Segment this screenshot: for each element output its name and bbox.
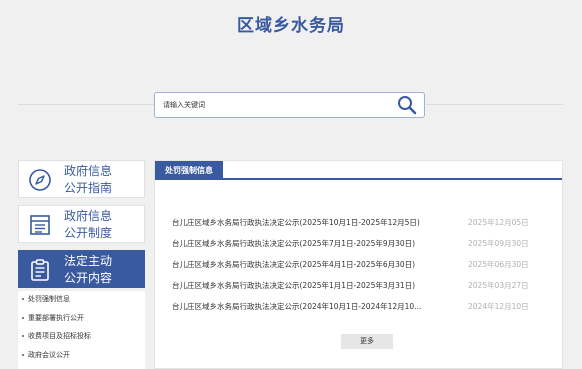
sub-menu-item[interactable]: 处罚强制信息 [22, 294, 70, 304]
search-divider-left [18, 104, 154, 105]
nav-card-label: 政府信息 公开制度 [64, 209, 113, 240]
list-item: 台儿庄区域乡水务局行政执法决定公示(2025年10月1日-2025年12月5日)… [172, 216, 547, 230]
nav-card-label: 政府信息 公开指南 [64, 164, 113, 195]
sub-menu-item[interactable]: 收费项目及招标投标 [22, 331, 91, 341]
list-item: 台儿庄区域乡水务局行政执法决定公示(2025年1月1日-2025年3月31日) … [172, 279, 547, 293]
list-item-title[interactable]: 台儿庄区域乡水务局行政执法决定公示(2025年4月1日-2025年6月30日) [172, 258, 415, 272]
list-item: 台儿庄区域乡水务局行政执法决定公示(2024年10月1日-2024年12月10.… [172, 300, 547, 314]
list-item-date: 2025年06月30日 [468, 260, 529, 269]
more-button[interactable]: 更多 [341, 334, 393, 349]
search-divider-right [426, 104, 563, 105]
sub-menu-item[interactable]: 重要部署执行公开 [22, 313, 84, 323]
list-item-date: 2025年09月30日 [468, 239, 529, 248]
list-item-date: 2025年12月05日 [468, 218, 529, 227]
bullet-icon [22, 354, 24, 356]
list-item-date: 2024年12月10日 [468, 302, 529, 311]
tab-penalty-info[interactable]: 处罚强制信息 [155, 161, 223, 180]
list-item-date: 2025年03月27日 [468, 281, 529, 290]
list-item-title[interactable]: 台儿庄区域乡水务局行政执法决定公示(2025年10月1日-2025年12月5日) [172, 216, 420, 230]
nav-card-active-content[interactable]: 法定主动 公开内容 [18, 250, 145, 288]
list-item-title[interactable]: 台儿庄区域乡水务局行政执法决定公示(2025年1月1日-2025年3月31日) [172, 279, 415, 293]
sub-menu-item[interactable]: 政府会议公开 [22, 350, 70, 360]
list-item: 台儿庄区域乡水务局行政执法决定公示(2025年4月1日-2025年6月30日) … [172, 258, 547, 272]
sub-menu: 处罚强制信息 重要部署执行公开 收费项目及招标投标 政府会议公开 [18, 291, 145, 369]
site-title: 区域乡水务局 [237, 16, 345, 36]
search-input[interactable] [163, 97, 383, 113]
clipboard-icon [31, 259, 49, 281]
nav-card-system[interactable]: 政府信息 公开制度 [18, 205, 145, 243]
search-box [154, 92, 425, 118]
bullet-icon [22, 335, 24, 337]
list-item-title[interactable]: 台儿庄区域乡水务局行政执法决定公示(2025年7月1日-2025年9月30日) [172, 237, 415, 251]
bullet-icon [22, 317, 24, 319]
panel-header: 处罚强制信息 [155, 161, 562, 180]
nav-card-guide[interactable]: 政府信息 公开指南 [18, 160, 145, 198]
list-item: 台儿庄区域乡水务局行政执法决定公示(2025年7月1日-2025年9月30日) … [172, 237, 547, 251]
document-list-icon [30, 215, 50, 235]
compass-icon [29, 169, 51, 191]
content-panel: 处罚强制信息 台儿庄区域乡水务局行政执法决定公示(2025年10月1日-2025… [154, 160, 563, 369]
nav-card-label: 法定主动 公开内容 [64, 254, 113, 285]
search-icon[interactable] [396, 95, 418, 115]
list-item-title[interactable]: 台儿庄区域乡水务局行政执法决定公示(2024年10月1日-2024年12月10.… [172, 300, 421, 314]
bullet-icon [22, 298, 24, 300]
